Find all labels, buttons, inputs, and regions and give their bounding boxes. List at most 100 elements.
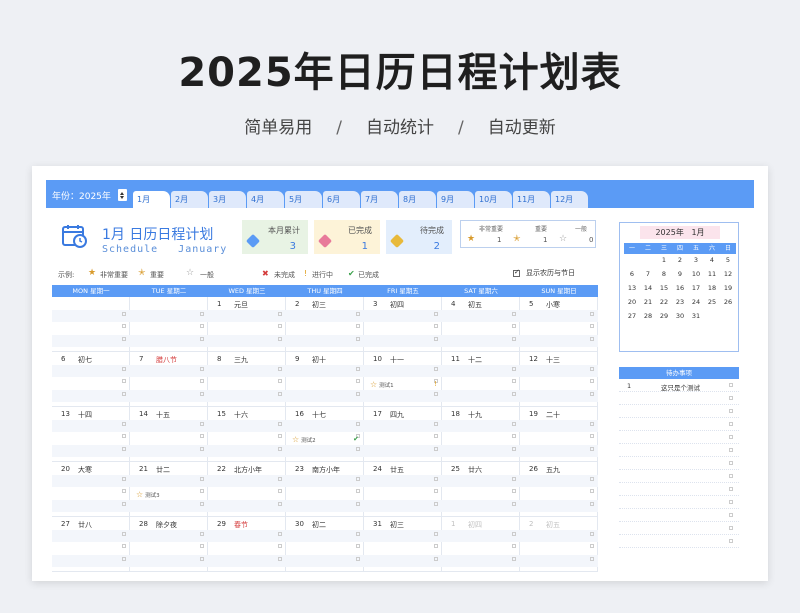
- task-checkbox[interactable]: [434, 312, 438, 316]
- task-checkbox[interactable]: [356, 337, 360, 341]
- task-checkbox[interactable]: [590, 422, 594, 426]
- task-checkbox[interactable]: [590, 489, 594, 493]
- task-checkbox[interactable]: [278, 544, 282, 548]
- day-cell[interactable]: [130, 297, 208, 352]
- task-checkbox[interactable]: [590, 447, 594, 451]
- day-cell[interactable]: 4 初五: [442, 297, 520, 352]
- day-cell[interactable]: 5 小寒: [520, 297, 598, 352]
- day-cell[interactable]: 9 初十: [286, 352, 364, 407]
- task-checkbox[interactable]: [278, 379, 282, 383]
- tab-month-8[interactable]: 8月: [399, 191, 436, 208]
- task-checkbox[interactable]: [356, 544, 360, 548]
- day-cell[interactable]: 26 五九: [520, 462, 598, 517]
- day-cell[interactable]: 10 十一 ☆ 测试1!: [364, 352, 442, 407]
- mini-day[interactable]: 13: [624, 284, 640, 292]
- task-checkbox[interactable]: [122, 557, 126, 561]
- mini-day[interactable]: 7: [640, 270, 656, 278]
- todo-row[interactable]: [619, 483, 739, 496]
- tab-month-10[interactable]: 10月: [475, 191, 512, 208]
- mini-day[interactable]: 28: [640, 312, 656, 320]
- task-checkbox[interactable]: [122, 502, 126, 506]
- task-checkbox[interactable]: [200, 324, 204, 328]
- mini-day[interactable]: 23: [672, 298, 688, 306]
- day-cell[interactable]: 27 廿八: [52, 517, 130, 572]
- task-checkbox[interactable]: [434, 324, 438, 328]
- tab-month-4[interactable]: 4月: [247, 191, 284, 208]
- task-checkbox[interactable]: [122, 337, 126, 341]
- task-checkbox[interactable]: [590, 367, 594, 371]
- task-checkbox[interactable]: [434, 477, 438, 481]
- todo-checkbox[interactable]: [729, 435, 733, 439]
- task-checkbox[interactable]: [356, 447, 360, 451]
- day-cell[interactable]: 15 十六: [208, 407, 286, 462]
- mini-day[interactable]: 4: [704, 256, 720, 264]
- task-checkbox[interactable]: [512, 489, 516, 493]
- task-checkbox[interactable]: [278, 312, 282, 316]
- task-checkbox[interactable]: [434, 557, 438, 561]
- mini-day[interactable]: 1: [656, 256, 672, 264]
- task-checkbox[interactable]: [356, 477, 360, 481]
- todo-checkbox[interactable]: [729, 487, 733, 491]
- mini-day[interactable]: 22: [656, 298, 672, 306]
- task-checkbox[interactable]: [590, 532, 594, 536]
- task-checkbox[interactable]: [512, 422, 516, 426]
- task-checkbox[interactable]: [590, 434, 594, 438]
- mini-day[interactable]: 5: [720, 256, 736, 264]
- todo-row[interactable]: [619, 405, 739, 418]
- task-checkbox[interactable]: [590, 477, 594, 481]
- task-checkbox[interactable]: [512, 324, 516, 328]
- mini-day[interactable]: 21: [640, 298, 656, 306]
- task-checkbox[interactable]: [200, 337, 204, 341]
- todo-row[interactable]: [619, 418, 739, 431]
- todo-checkbox[interactable]: [729, 474, 733, 478]
- day-cell[interactable]: 12 十三: [520, 352, 598, 407]
- task-checkbox[interactable]: [434, 337, 438, 341]
- mini-day[interactable]: 27: [624, 312, 640, 320]
- task-checkbox[interactable]: [512, 434, 516, 438]
- todo-row[interactable]: [619, 457, 739, 470]
- task-checkbox[interactable]: [434, 434, 438, 438]
- task-checkbox[interactable]: [356, 367, 360, 371]
- tab-month-2[interactable]: 2月: [171, 191, 208, 208]
- day-cell[interactable]: 13 十四: [52, 407, 130, 462]
- task-checkbox[interactable]: [278, 532, 282, 536]
- todo-row[interactable]: [619, 509, 739, 522]
- task-checkbox[interactable]: [590, 324, 594, 328]
- day-cell[interactable]: 29 春节: [208, 517, 286, 572]
- task-checkbox[interactable]: [200, 422, 204, 426]
- day-cell[interactable]: 2 初五: [520, 517, 598, 572]
- todo-row[interactable]: [619, 470, 739, 483]
- mini-day[interactable]: 11: [704, 270, 720, 278]
- tab-month-11[interactable]: 11月: [513, 191, 550, 208]
- day-cell[interactable]: 3 初四: [364, 297, 442, 352]
- task-checkbox[interactable]: [590, 544, 594, 548]
- mini-day[interactable]: 31: [688, 312, 704, 320]
- mini-day[interactable]: 24: [688, 298, 704, 306]
- day-cell[interactable]: 22 北方小年: [208, 462, 286, 517]
- task-checkbox[interactable]: [512, 367, 516, 371]
- task-checkbox[interactable]: [200, 532, 204, 536]
- task-checkbox[interactable]: [356, 379, 360, 383]
- mini-day[interactable]: 17: [688, 284, 704, 292]
- task-checkbox[interactable]: [512, 337, 516, 341]
- todo-row[interactable]: 1 这只是个测试: [619, 379, 739, 392]
- task-checkbox[interactable]: [434, 544, 438, 548]
- day-cell[interactable]: [52, 297, 130, 352]
- day-cell[interactable]: 21 廿二 ☆ 测试3: [130, 462, 208, 517]
- day-cell[interactable]: 25 廿六: [442, 462, 520, 517]
- task-checkbox[interactable]: [200, 392, 204, 396]
- task-checkbox[interactable]: [590, 337, 594, 341]
- mini-day[interactable]: 26: [720, 298, 736, 306]
- task-checkbox[interactable]: [122, 532, 126, 536]
- day-cell[interactable]: 19 二十: [520, 407, 598, 462]
- task-checkbox[interactable]: [200, 557, 204, 561]
- lunar-toggle[interactable]: 显示农历与节日: [513, 268, 575, 278]
- task-checkbox[interactable]: [512, 447, 516, 451]
- task-checkbox[interactable]: [278, 422, 282, 426]
- day-cell[interactable]: 7 腊八节: [130, 352, 208, 407]
- task-checkbox[interactable]: [122, 477, 126, 481]
- task-checkbox[interactable]: [434, 489, 438, 493]
- task-checkbox[interactable]: [356, 324, 360, 328]
- mini-day[interactable]: 6: [624, 270, 640, 278]
- tab-month-5[interactable]: 5月: [285, 191, 322, 208]
